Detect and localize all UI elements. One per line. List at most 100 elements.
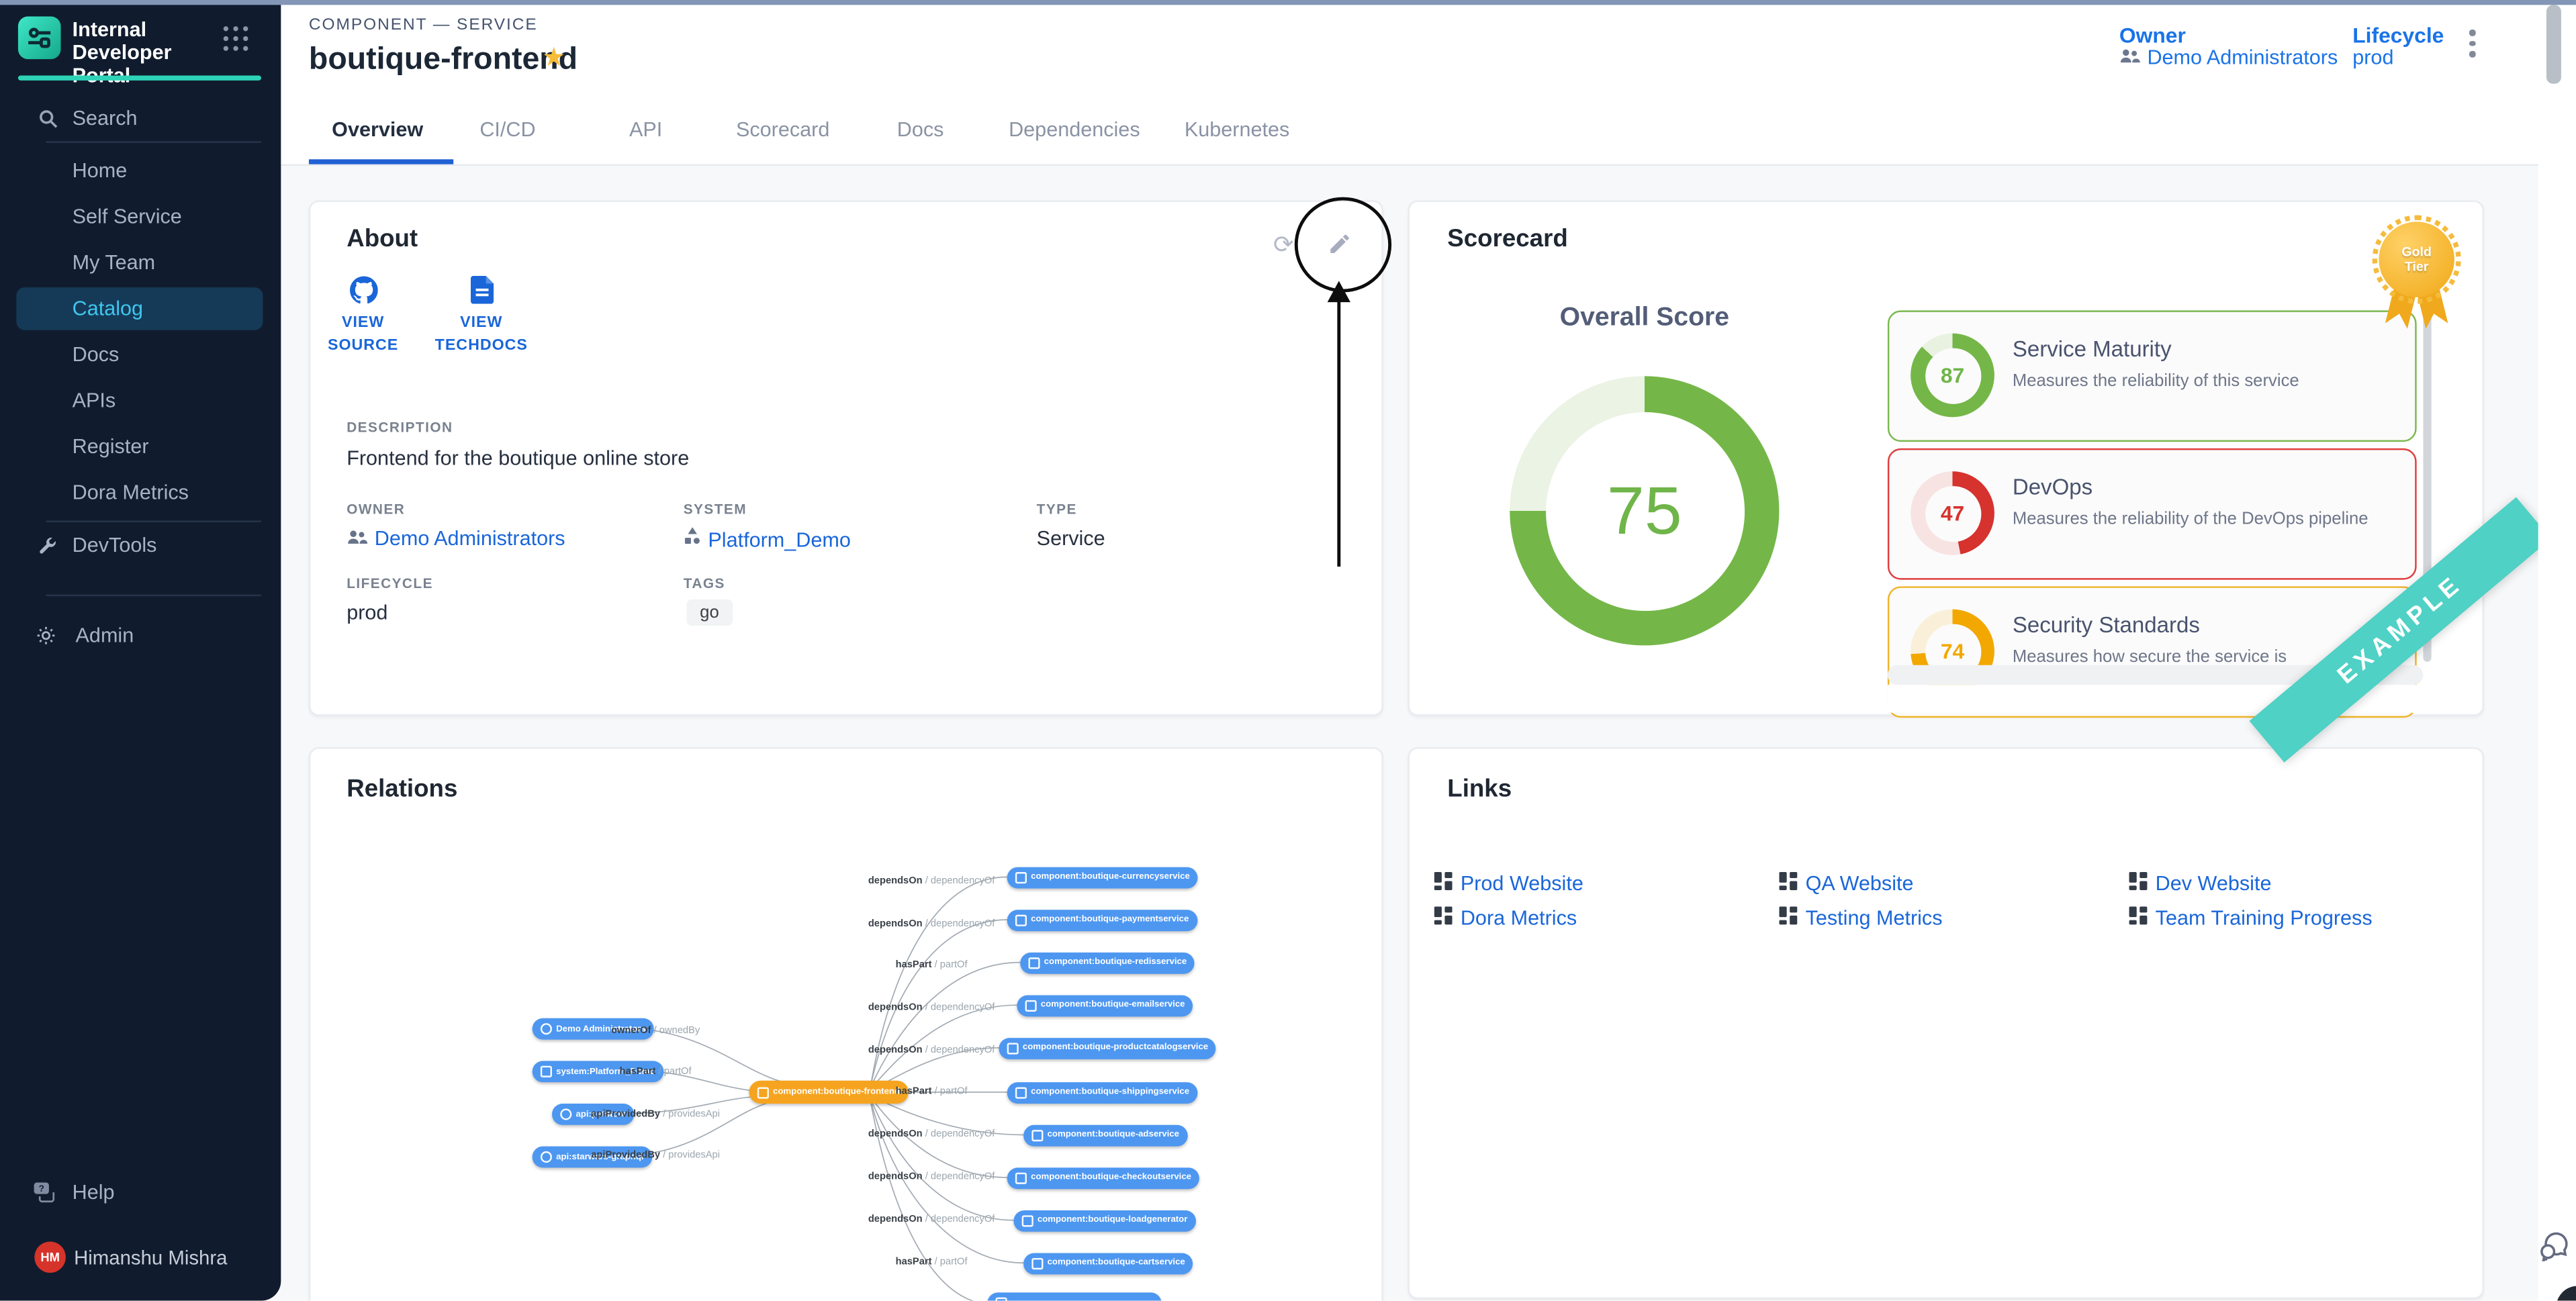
system-icon bbox=[684, 527, 702, 552]
score-item-service-maturity[interactable]: 87 Service Maturity Measures the reliabi… bbox=[1888, 310, 2417, 442]
tab-docs[interactable]: Docs bbox=[897, 118, 944, 141]
system-icon bbox=[541, 1066, 552, 1077]
owner-link[interactable]: Demo Administrators bbox=[347, 527, 565, 550]
sidebar-accent-rule bbox=[18, 76, 261, 80]
techdocs-icon bbox=[469, 291, 494, 309]
system-link[interactable]: Platform_Demo bbox=[684, 527, 851, 552]
tags-label: TAGS bbox=[684, 575, 725, 591]
dashboard-icon bbox=[1779, 906, 1797, 929]
sidebar: Internal Developer Portal Search Home Se… bbox=[0, 0, 281, 1301]
tab-kubernetes[interactable]: Kubernetes bbox=[1185, 118, 1289, 141]
tab-scorecard[interactable]: Scorecard bbox=[736, 118, 829, 141]
tab-cicd[interactable]: CI/CD bbox=[479, 118, 535, 141]
sidebar-item-dora-metrics[interactable]: Dora Metrics bbox=[0, 473, 281, 513]
about-card-title: About bbox=[347, 225, 418, 253]
link-team-training-progress[interactable]: Team Training Progress bbox=[2129, 906, 2373, 929]
dashboard-icon bbox=[1434, 906, 1453, 929]
score-item-desc: Measures the reliability of this service bbox=[2013, 371, 2299, 391]
page-title: boutique-frontend bbox=[309, 43, 578, 79]
favorite-star-icon[interactable]: ★ bbox=[542, 46, 565, 72]
page-scrollbar-thumb[interactable] bbox=[2546, 5, 2561, 83]
relation-node-component[interactable]: component:boutique-checkoutservice bbox=[1007, 1167, 1200, 1188]
sidebar-item-self-service[interactable]: Self Service bbox=[0, 197, 281, 237]
sidebar-item-catalog[interactable]: Catalog bbox=[16, 287, 263, 330]
score-donut: 87 bbox=[1911, 334, 1994, 418]
score-item-name: Security Standards bbox=[2013, 613, 2200, 638]
links-card: Links Prod Website QA Website Dev Websit… bbox=[1408, 747, 2484, 1299]
component-icon bbox=[1031, 1129, 1043, 1141]
description-value: Frontend for the boutique online store bbox=[347, 446, 689, 469]
type-value: Service bbox=[1037, 527, 1105, 550]
relation-node-component[interactable]: component:boutique-cartservice bbox=[1023, 1252, 1193, 1273]
relation-node-component[interactable]: component:boutique-redisservice bbox=[1020, 952, 1195, 973]
score-item-desc: Measures the reliability of the DevOps p… bbox=[2013, 509, 2368, 528]
overall-score-donut: 75 bbox=[1510, 376, 1779, 645]
more-options-kebab-icon[interactable] bbox=[2465, 30, 2481, 56]
type-label: TYPE bbox=[1037, 501, 1077, 517]
lifecycle-value: prod bbox=[347, 601, 387, 624]
about-card: About ⟳ VIEW SOURCE VIEW TECHDOCS DESCRI… bbox=[309, 200, 1383, 716]
sidebar-divider bbox=[46, 595, 261, 596]
dashboard-icon bbox=[1779, 872, 1797, 895]
sidebar-item-docs[interactable]: Docs bbox=[0, 335, 281, 375]
links-title: Links bbox=[1447, 775, 1512, 804]
browser-top-strip bbox=[0, 0, 2576, 5]
view-source-button[interactable]: VIEW SOURCE bbox=[310, 276, 416, 358]
relation-node-component[interactable]: component:boutique-shippingservice bbox=[1007, 1081, 1198, 1103]
sidebar-item-my-team[interactable]: My Team bbox=[0, 243, 281, 283]
tab-api[interactable]: API bbox=[629, 118, 662, 141]
link-testing-metrics[interactable]: Testing Metrics bbox=[1779, 906, 1942, 929]
sidebar-item-devtools[interactable]: DevTools bbox=[0, 526, 281, 565]
sidebar-item-home[interactable]: Home bbox=[0, 151, 281, 191]
lifecycle-label: LIFECYCLE bbox=[347, 575, 433, 591]
tab-dependencies[interactable]: Dependencies bbox=[1009, 118, 1140, 141]
user-name[interactable]: Himanshu Mishra bbox=[74, 1247, 227, 1269]
sidebar-divider bbox=[46, 521, 261, 522]
dashboard-icon bbox=[1434, 872, 1453, 895]
people-icon bbox=[2119, 46, 2141, 68]
score-item-devops[interactable]: 47 DevOps Measures the reliability of th… bbox=[1888, 448, 2417, 580]
user-avatar[interactable]: HM bbox=[34, 1241, 65, 1272]
link-dev-website[interactable]: Dev Website bbox=[2129, 872, 2272, 895]
tab-overview[interactable]: Overview bbox=[332, 118, 423, 141]
sidebar-divider bbox=[46, 141, 261, 142]
entity-header bbox=[281, 0, 2576, 166]
component-icon bbox=[757, 1086, 769, 1098]
sidebar-item-apis[interactable]: APIs bbox=[0, 381, 281, 421]
dashboard-icon bbox=[2129, 872, 2148, 895]
relation-node-component[interactable]: component:boutique-productcatalogservice bbox=[999, 1037, 1216, 1059]
relation-node-component[interactable]: component:boutique-currencyservice bbox=[1007, 866, 1198, 887]
relation-node-component[interactable]: component:boutique-loadgenerator bbox=[1013, 1210, 1195, 1231]
svg-text:?: ? bbox=[39, 1184, 44, 1194]
sidebar-item-register[interactable]: Register bbox=[0, 427, 281, 467]
active-tab-underline bbox=[309, 159, 453, 164]
api-icon bbox=[541, 1151, 552, 1163]
tag-chip[interactable]: go bbox=[687, 599, 733, 626]
link-dora-metrics[interactable]: Dora Metrics bbox=[1434, 906, 1577, 929]
score-item-desc: Measures how secure the service is bbox=[2013, 647, 2287, 667]
view-techdocs-button[interactable]: VIEW TECHDOCS bbox=[416, 276, 547, 358]
sidebar-item-help[interactable]: ? Help bbox=[0, 1173, 281, 1212]
overall-score-label: Overall Score bbox=[1508, 304, 1781, 334]
relation-node-component-partial[interactable] bbox=[987, 1292, 1161, 1300]
component-icon bbox=[996, 1298, 1007, 1301]
link-qa-website[interactable]: QA Website bbox=[1779, 872, 1913, 895]
sidebar-item-search[interactable]: Search bbox=[0, 99, 281, 138]
link-prod-website[interactable]: Prod Website bbox=[1434, 872, 1583, 895]
app-grid-icon[interactable] bbox=[224, 26, 250, 52]
relation-node-component[interactable]: component:boutique-emailservice bbox=[1017, 994, 1193, 1016]
refresh-icon[interactable]: ⟳ bbox=[1273, 230, 1294, 259]
relation-node-component[interactable]: component:boutique-adservice bbox=[1023, 1124, 1187, 1146]
owner-label: OWNER bbox=[347, 501, 405, 517]
feedback-chat-icon[interactable] bbox=[2538, 1230, 2571, 1269]
wrench-icon bbox=[36, 534, 59, 557]
sidebar-item-admin[interactable]: Admin bbox=[0, 616, 281, 655]
people-icon bbox=[347, 527, 368, 550]
brand-logo-icon[interactable] bbox=[18, 16, 61, 59]
scorecard-card: Scorecard Overall Score 75 87 Service Ma… bbox=[1408, 200, 2484, 716]
relation-node-component[interactable]: component:boutique-paymentservice bbox=[1007, 909, 1197, 930]
system-label: SYSTEM bbox=[684, 501, 747, 517]
github-icon bbox=[349, 291, 377, 309]
header-owner-link[interactable]: Demo Administrators bbox=[2119, 46, 2338, 68]
app-root: Internal Developer Portal Search Home Se… bbox=[0, 0, 2576, 1301]
